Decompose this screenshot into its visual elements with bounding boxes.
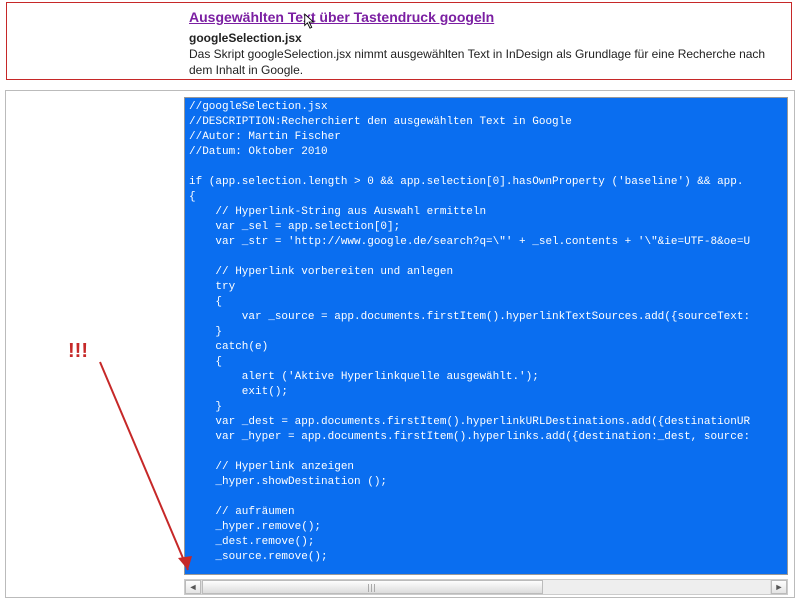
scroll-right-button[interactable]: ► (771, 580, 787, 594)
horizontal-scrollbar[interactable]: ◄ ► (184, 579, 788, 595)
filename-label: googleSelection.jsx (189, 31, 791, 45)
header-box: Ausgewählten Text über Tastendruck googe… (6, 2, 792, 80)
annotation-exclaim: !!! (68, 340, 88, 363)
description-text: Das Skript googleSelection.jsx nimmt aus… (189, 47, 791, 78)
title-link[interactable]: Ausgewählten Text über Tastendruck googe… (189, 9, 494, 25)
scroll-track[interactable] (201, 580, 771, 594)
code-block[interactable]: //googleSelection.jsx //DESCRIPTION:Rech… (184, 97, 788, 575)
code-panel: //googleSelection.jsx //DESCRIPTION:Rech… (5, 90, 795, 598)
scroll-thumb[interactable] (202, 580, 543, 594)
scroll-left-button[interactable]: ◄ (185, 580, 201, 594)
